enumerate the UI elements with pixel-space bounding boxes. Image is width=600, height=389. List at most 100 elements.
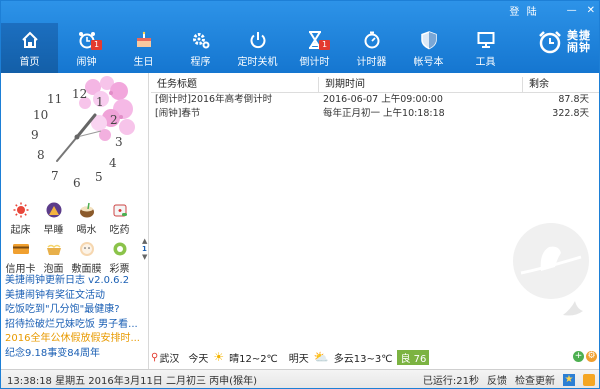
- login-button[interactable]: 登 陆: [509, 3, 538, 18]
- app-instant-noodles[interactable]: 泡面: [37, 240, 70, 275]
- nav-label: 计时器: [356, 57, 387, 68]
- news-list: 美捷闹钟更新日志 v2.0.6.2 美捷闹钟有奖征文活动 吃饭吃到"几分饱"最健…: [5, 274, 147, 361]
- app-take-medicine[interactable]: 吃药: [103, 201, 136, 236]
- nav-label: 定时关机: [237, 57, 278, 68]
- clock-number-9: 9: [31, 128, 39, 142]
- task-remaining: 322.8天: [552, 108, 589, 119]
- task-due: 2016-06-07 上午09:00:00: [323, 94, 443, 105]
- nav-alarm[interactable]: 1 闹钟: [58, 23, 115, 73]
- nav-label: 生日: [133, 57, 154, 68]
- close-button[interactable]: ✕: [587, 5, 595, 16]
- nav-program[interactable]: 程序: [172, 23, 229, 73]
- app-wake-up[interactable]: 起床: [4, 201, 37, 236]
- nav-birthday[interactable]: 生日: [115, 23, 172, 73]
- weather-today: 晴12~2℃: [229, 353, 278, 365]
- news-item[interactable]: 招待捡破烂兄妹吃饭 男子看...: [5, 318, 147, 333]
- news-item[interactable]: 吃饭吃到"几分饱"最健康?: [5, 303, 147, 318]
- clock-number-12: 12: [72, 87, 87, 101]
- clock-number-10: 10: [33, 108, 48, 122]
- nav-home[interactable]: 首页: [1, 23, 58, 73]
- top-toolbar: 登 陆 — ✕ 首页 1 闹钟 生日 程序 定时关机 1 倒计时 计时器 帐号本…: [1, 1, 599, 73]
- alarm-clock-logo-icon: [539, 31, 561, 54]
- window-controls: 登 陆 — ✕: [509, 3, 595, 18]
- main-nav: 首页 1 闹钟 生日 程序 定时关机 1 倒计时 计时器 帐号本 工具: [1, 23, 514, 73]
- clock-number-7: 7: [51, 169, 59, 183]
- nav-label: 闹钟: [76, 57, 97, 68]
- noodles-icon: [44, 240, 64, 258]
- news-item[interactable]: 2016全年公休假放假安排时...: [5, 332, 147, 347]
- minimize-button[interactable]: —: [567, 5, 577, 16]
- medicine-icon: [110, 201, 130, 219]
- aqi-badge: 良 76: [397, 349, 430, 365]
- task-due: 每年正月初一 上午10:18:18: [323, 108, 445, 119]
- nav-tools[interactable]: 工具: [457, 23, 514, 73]
- quick-apps: 起床 早睡 喝水 吃药 信用卡 泡面 敷面膜 彩票: [1, 201, 149, 279]
- app-logo-icon[interactable]: [583, 373, 595, 386]
- task-title: [倒计时]2016年高考倒计时: [155, 94, 273, 105]
- header-task-title[interactable]: 任务标题: [151, 77, 319, 92]
- task-remaining: 87.8天: [558, 94, 589, 105]
- status-right: 已运行:21秒 反馈 检查更新 ★: [423, 372, 595, 387]
- datetime-display: 13:38:18 星期五 2016年3月11日 二月初三 丙申(猴年): [7, 376, 257, 387]
- nav-countdown[interactable]: 1 倒计时: [286, 23, 343, 73]
- lottery-icon: [110, 240, 130, 258]
- nav-label: 工具: [475, 57, 496, 68]
- table-header: 任务标题 到期时间 剩余: [151, 77, 599, 93]
- home-icon: [21, 31, 38, 48]
- table-row[interactable]: [闹钟]春节 每年正月初一 上午10:18:18 322.8天: [151, 107, 599, 121]
- news-item[interactable]: 美捷闹钟有奖征文活动: [5, 289, 147, 304]
- clock-number-6: 6: [73, 176, 81, 190]
- app-label: 敷面膜: [71, 264, 102, 275]
- brand-name: 美捷 闹钟: [567, 30, 591, 54]
- star-icon[interactable]: ★: [563, 373, 575, 386]
- app-credit-card[interactable]: 信用卡: [4, 240, 37, 275]
- app-window: 登 陆 — ✕ 首页 1 闹钟 生日 程序 定时关机 1 倒计时 计时器 帐号本…: [0, 0, 600, 389]
- app-label: 吃药: [109, 225, 130, 236]
- news-item[interactable]: 美捷闹钟更新日志 v2.0.6.2: [5, 274, 147, 289]
- minute-hand: [56, 136, 78, 162]
- app-sleep-early[interactable]: 早睡: [37, 201, 70, 236]
- app-label: 信用卡: [5, 264, 36, 275]
- birthday-cake-icon: [136, 31, 151, 47]
- weather-bar: ⚲ 武汉 今天 ☀ 晴12~2℃ 明天 ⛅ 多云13~3℃ 良 76: [151, 348, 599, 366]
- header-remaining[interactable]: 剩余: [523, 77, 599, 92]
- app-lottery[interactable]: 彩票: [103, 240, 136, 275]
- nav-label: 倒计时: [299, 57, 330, 68]
- clock-number-3: 3: [115, 135, 123, 149]
- cloudy-icon: ⛅: [313, 350, 329, 364]
- task-table: 任务标题 到期时间 剩余 [倒计时]2016年高考倒计时 2016-06-07 …: [151, 77, 599, 121]
- app-drink-water[interactable]: 喝水: [70, 201, 103, 236]
- monitor-icon: [477, 32, 494, 48]
- nav-label: 首页: [19, 57, 40, 68]
- bird-watermark-icon: [513, 223, 589, 316]
- clock-number-8: 8: [37, 148, 45, 162]
- news-item[interactable]: 纪念9.18事变84周年: [5, 347, 147, 362]
- nav-label: 帐号本: [413, 57, 444, 68]
- weather-city[interactable]: 武汉: [159, 350, 179, 365]
- pager-up-arrow-icon[interactable]: ▲: [142, 237, 148, 245]
- check-update-link[interactable]: 检查更新: [515, 372, 555, 387]
- quick-apps-row-1: 起床 早睡 喝水 吃药: [1, 201, 149, 240]
- weather-actions: + ⚙: [573, 351, 597, 362]
- clock-number-5: 5: [95, 170, 103, 184]
- app-face-mask[interactable]: 敷面膜: [70, 240, 103, 275]
- settings-icon[interactable]: ⚙: [586, 351, 597, 362]
- feedback-link[interactable]: 反馈: [487, 372, 507, 387]
- shield-icon: [420, 31, 437, 50]
- pager-down-arrow-icon[interactable]: ▼: [142, 253, 148, 261]
- weather-today-label: 今天: [188, 353, 209, 365]
- table-row[interactable]: [倒计时]2016年高考倒计时 2016-06-07 上午09:00:00 87…: [151, 93, 599, 107]
- nav-timer[interactable]: 计时器: [343, 23, 400, 73]
- location-pin-icon: ⚲: [151, 351, 159, 363]
- credit-card-icon: [11, 240, 31, 258]
- coconut-icon: [77, 201, 97, 219]
- nav-label: 程序: [190, 57, 211, 68]
- add-icon[interactable]: +: [573, 351, 584, 362]
- nav-account-book[interactable]: 帐号本: [400, 23, 457, 73]
- nav-shutdown[interactable]: 定时关机: [229, 23, 286, 73]
- analog-clock: 12 1 2 3 4 5 6 7 8 9 10 11: [31, 76, 135, 190]
- header-due-time[interactable]: 到期时间: [319, 77, 523, 92]
- brand-logo: 美捷 闹钟: [537, 29, 591, 55]
- power-icon: [250, 32, 265, 49]
- alarm-badge: 1: [91, 40, 102, 50]
